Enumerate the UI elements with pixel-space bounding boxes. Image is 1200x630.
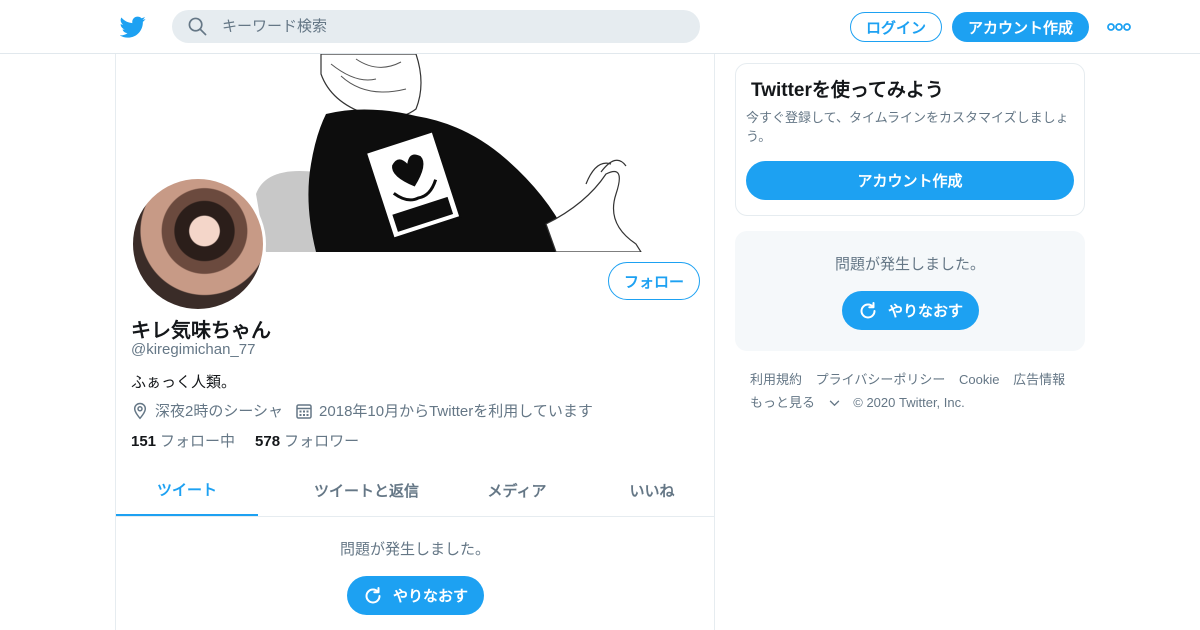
tab-tweets[interactable]: ツイート [116,464,258,516]
retry-icon [860,301,876,318]
followers-label: フォロワー [284,433,360,450]
search-box[interactable] [172,10,700,43]
tab-likes[interactable]: いいね [559,464,745,516]
profile-meta: 深夜2時のシーシャ 2018年10月からTwitterを利用しています [131,400,593,421]
twitter-logo-icon[interactable] [119,14,146,40]
sidebar-footer: 利用規約 プライバシーポリシー Cookie 広告情報 もっと見る © 2020… [750,368,1080,414]
profile-bio: ふぁっく人類。 [131,374,237,391]
login-button[interactable]: ログイン [850,12,942,42]
top-navigation-bar: ログイン アカウント作成 [0,0,1200,54]
followers-count: 578 [255,433,281,450]
retry-icon [365,586,381,603]
footer-link-privacy[interactable]: プライバシーポリシー [816,372,946,387]
profile-joined-date: 2018年10月からTwitterを利用しています [319,403,593,420]
following-label: フォロー中 [160,433,236,450]
following-count: 151 [131,433,157,450]
footer-more-link[interactable]: もっと見る [750,395,840,410]
timeline-error-message: 問題が発生しました。 [339,541,490,558]
signup-card-title: Twitterを使ってみよう [751,80,944,101]
profile-column: フォロー キレ気味ちゃん @kiregimichan_77 ふぁっく人類。 深夜… [115,54,715,630]
chevron-down-icon [829,400,839,407]
location-pin-icon [131,402,149,420]
signup-card-description: 今すぐ登録して、タイムラインをカスタマイズしましょう。 [746,110,1069,144]
footer-link-ads[interactable]: 広告情報 [1013,372,1065,387]
profile-avatar[interactable] [130,176,266,312]
more-dots-icon[interactable] [1106,19,1132,35]
footer-link-terms[interactable]: 利用規約 [750,372,802,387]
followers-stat[interactable]: 578 フォロワー [255,430,359,451]
tab-media[interactable]: メディア [475,464,559,516]
calendar-icon [295,402,313,420]
retry-label: やりなおす [392,588,468,605]
retry-label: やりなおす [887,303,963,320]
profile-location: 深夜2時のシーシャ [155,403,284,420]
sidebar-error-message: 問題が発生しました。 [834,256,985,273]
user-handle: @kiregimichan_77 [131,341,256,358]
signup-button[interactable]: アカウント作成 [952,12,1089,42]
search-icon [188,17,207,36]
sidebar-error-card: 問題が発生しました。 やりなおす [735,231,1085,351]
profile-stats: 151 フォロー中 578 フォロワー [131,430,379,451]
footer-copyright: © 2020 Twitter, Inc. [853,395,965,410]
profile-tabs: ツイート ツイートと返信 メディア いいね [116,464,714,517]
signup-card: Twitterを使ってみよう 今すぐ登録して、タイムラインをカスタマイズしましょ… [735,63,1085,216]
signup-card-button[interactable]: アカウント作成 [746,161,1074,200]
follow-button[interactable]: フォロー [608,262,700,300]
footer-link-cookie[interactable]: Cookie [959,372,999,387]
timeline-retry-button[interactable]: やりなおす [347,576,484,615]
following-stat[interactable]: 151 フォロー中 [131,430,235,451]
search-input[interactable] [222,10,682,43]
display-name: キレ気味ちゃん [131,320,271,342]
tab-tweets-and-replies[interactable]: ツイートと返信 [258,464,475,516]
sidebar-retry-button[interactable]: やりなおす [842,291,979,330]
footer-more-label: もっと見る [750,395,816,410]
